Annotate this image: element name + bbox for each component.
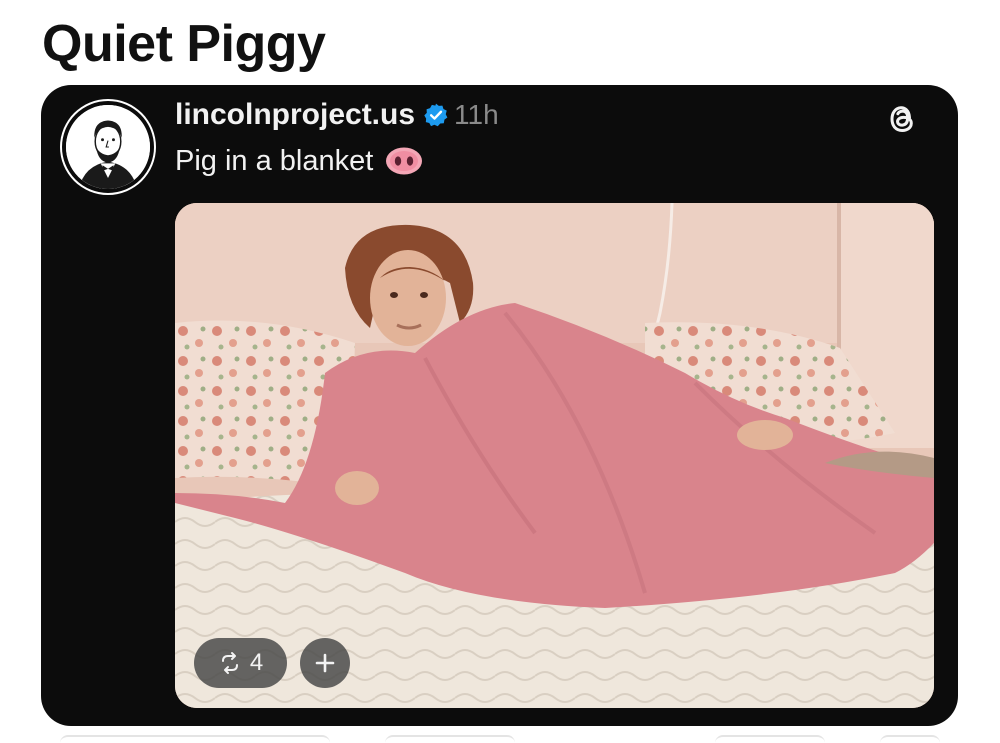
post-caption-row: Pig in a blanket — [175, 143, 423, 179]
post-image[interactable] — [175, 203, 934, 708]
threads-icon[interactable] — [883, 100, 921, 138]
post-header: lincolnproject.us 11h — [175, 97, 499, 133]
repost-icon — [221, 652, 238, 674]
post-caption: Pig in a blanket — [175, 144, 374, 177]
add-button[interactable] — [300, 638, 350, 688]
next-item-edge — [715, 735, 825, 743]
next-item-edge — [60, 735, 330, 743]
verified-badge-icon — [423, 102, 449, 128]
next-item-edge — [385, 735, 515, 743]
avatar[interactable] — [62, 101, 154, 193]
post-timestamp: 11h — [454, 99, 499, 130]
username-link[interactable]: lincolnproject.us — [175, 98, 415, 132]
next-item-edge — [880, 735, 940, 743]
pig-nose-icon — [385, 146, 423, 176]
bed-photo-image — [175, 203, 934, 708]
plus-icon — [315, 653, 335, 673]
post-card[interactable]: lincolnproject.us 11h Pig in a blanket 4 — [41, 85, 958, 726]
repost-button[interactable]: 4 — [194, 638, 287, 688]
repost-count: 4 — [249, 649, 264, 676]
lincoln-portrait-icon — [66, 105, 150, 189]
page-title: Quiet Piggy — [42, 15, 326, 73]
